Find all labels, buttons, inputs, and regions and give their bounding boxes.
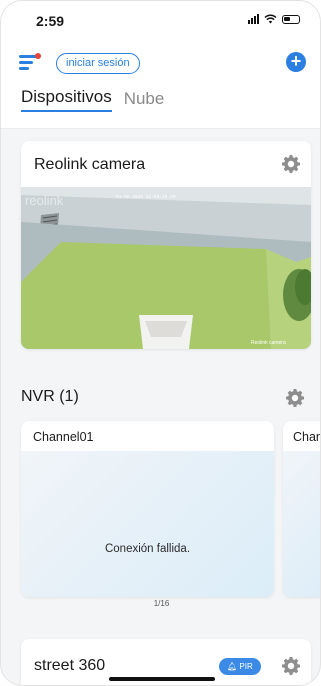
tab-bar: Dispositivos Nube	[21, 87, 164, 112]
wifi-icon	[264, 14, 277, 24]
login-button[interactable]: iniciar sesión	[56, 53, 140, 74]
battery-icon	[282, 14, 300, 24]
channel-title: Channel02	[293, 430, 321, 444]
add-device-icon[interactable]: +	[286, 52, 306, 72]
pir-label: PIR	[239, 662, 253, 671]
tab-devices[interactable]: Dispositivos	[21, 87, 112, 112]
status-time: 2:59	[36, 13, 65, 29]
settings-gear-icon[interactable]	[281, 154, 301, 174]
home-indicator[interactable]	[109, 677, 215, 681]
camera-preview[interactable]: reolink 01-06-2020 22:59:25 AM Reolink c…	[21, 187, 311, 349]
channel-pager: 1/16	[153, 599, 170, 608]
device-title: Reolink camera	[34, 156, 146, 173]
settings-gear-icon[interactable]	[281, 656, 301, 676]
watermark-logo: reolink	[25, 193, 64, 208]
menu-icon[interactable]	[19, 53, 41, 71]
pir-badge: 🔔︎ PIR	[219, 658, 261, 675]
nvr-settings-gear-icon[interactable]	[285, 388, 305, 408]
nvr-title: NVR (1)	[21, 388, 79, 405]
camera-snapshot: reolink 01-06-2020 22:59:25 AM Reolink c…	[21, 187, 311, 349]
notification-dot	[35, 53, 41, 59]
app-header: iniciar sesión + Dispositivos Nube	[1, 37, 320, 129]
signal-icon	[248, 14, 259, 24]
device-card-camera[interactable]: Reolink camera reolink 01-06-2020 22:59:…	[21, 141, 311, 349]
preview-corner-label: Reolink camera	[251, 340, 286, 346]
channel-card[interactable]: Channel01 Conexión fallida.	[21, 421, 274, 597]
channel-preview	[283, 451, 320, 597]
app-screen: 2:59 iniciar sesión + Dispositivos Nube …	[0, 0, 321, 686]
tab-cloud[interactable]: Nube	[124, 89, 165, 112]
channel-preview: Conexión fallida.	[21, 451, 274, 597]
device-title: street 360	[34, 657, 106, 674]
connection-failed-message: Conexión fallida.	[104, 543, 191, 555]
bell-icon: 🔔︎	[227, 662, 238, 671]
status-icons	[248, 14, 300, 24]
channel-card[interactable]: Channel02	[283, 421, 321, 597]
preview-timestamp: 01-06-2020 22:59:25 AM	[116, 194, 176, 200]
status-bar: 2:59	[1, 1, 320, 37]
channel-title: Channel01	[33, 430, 94, 444]
